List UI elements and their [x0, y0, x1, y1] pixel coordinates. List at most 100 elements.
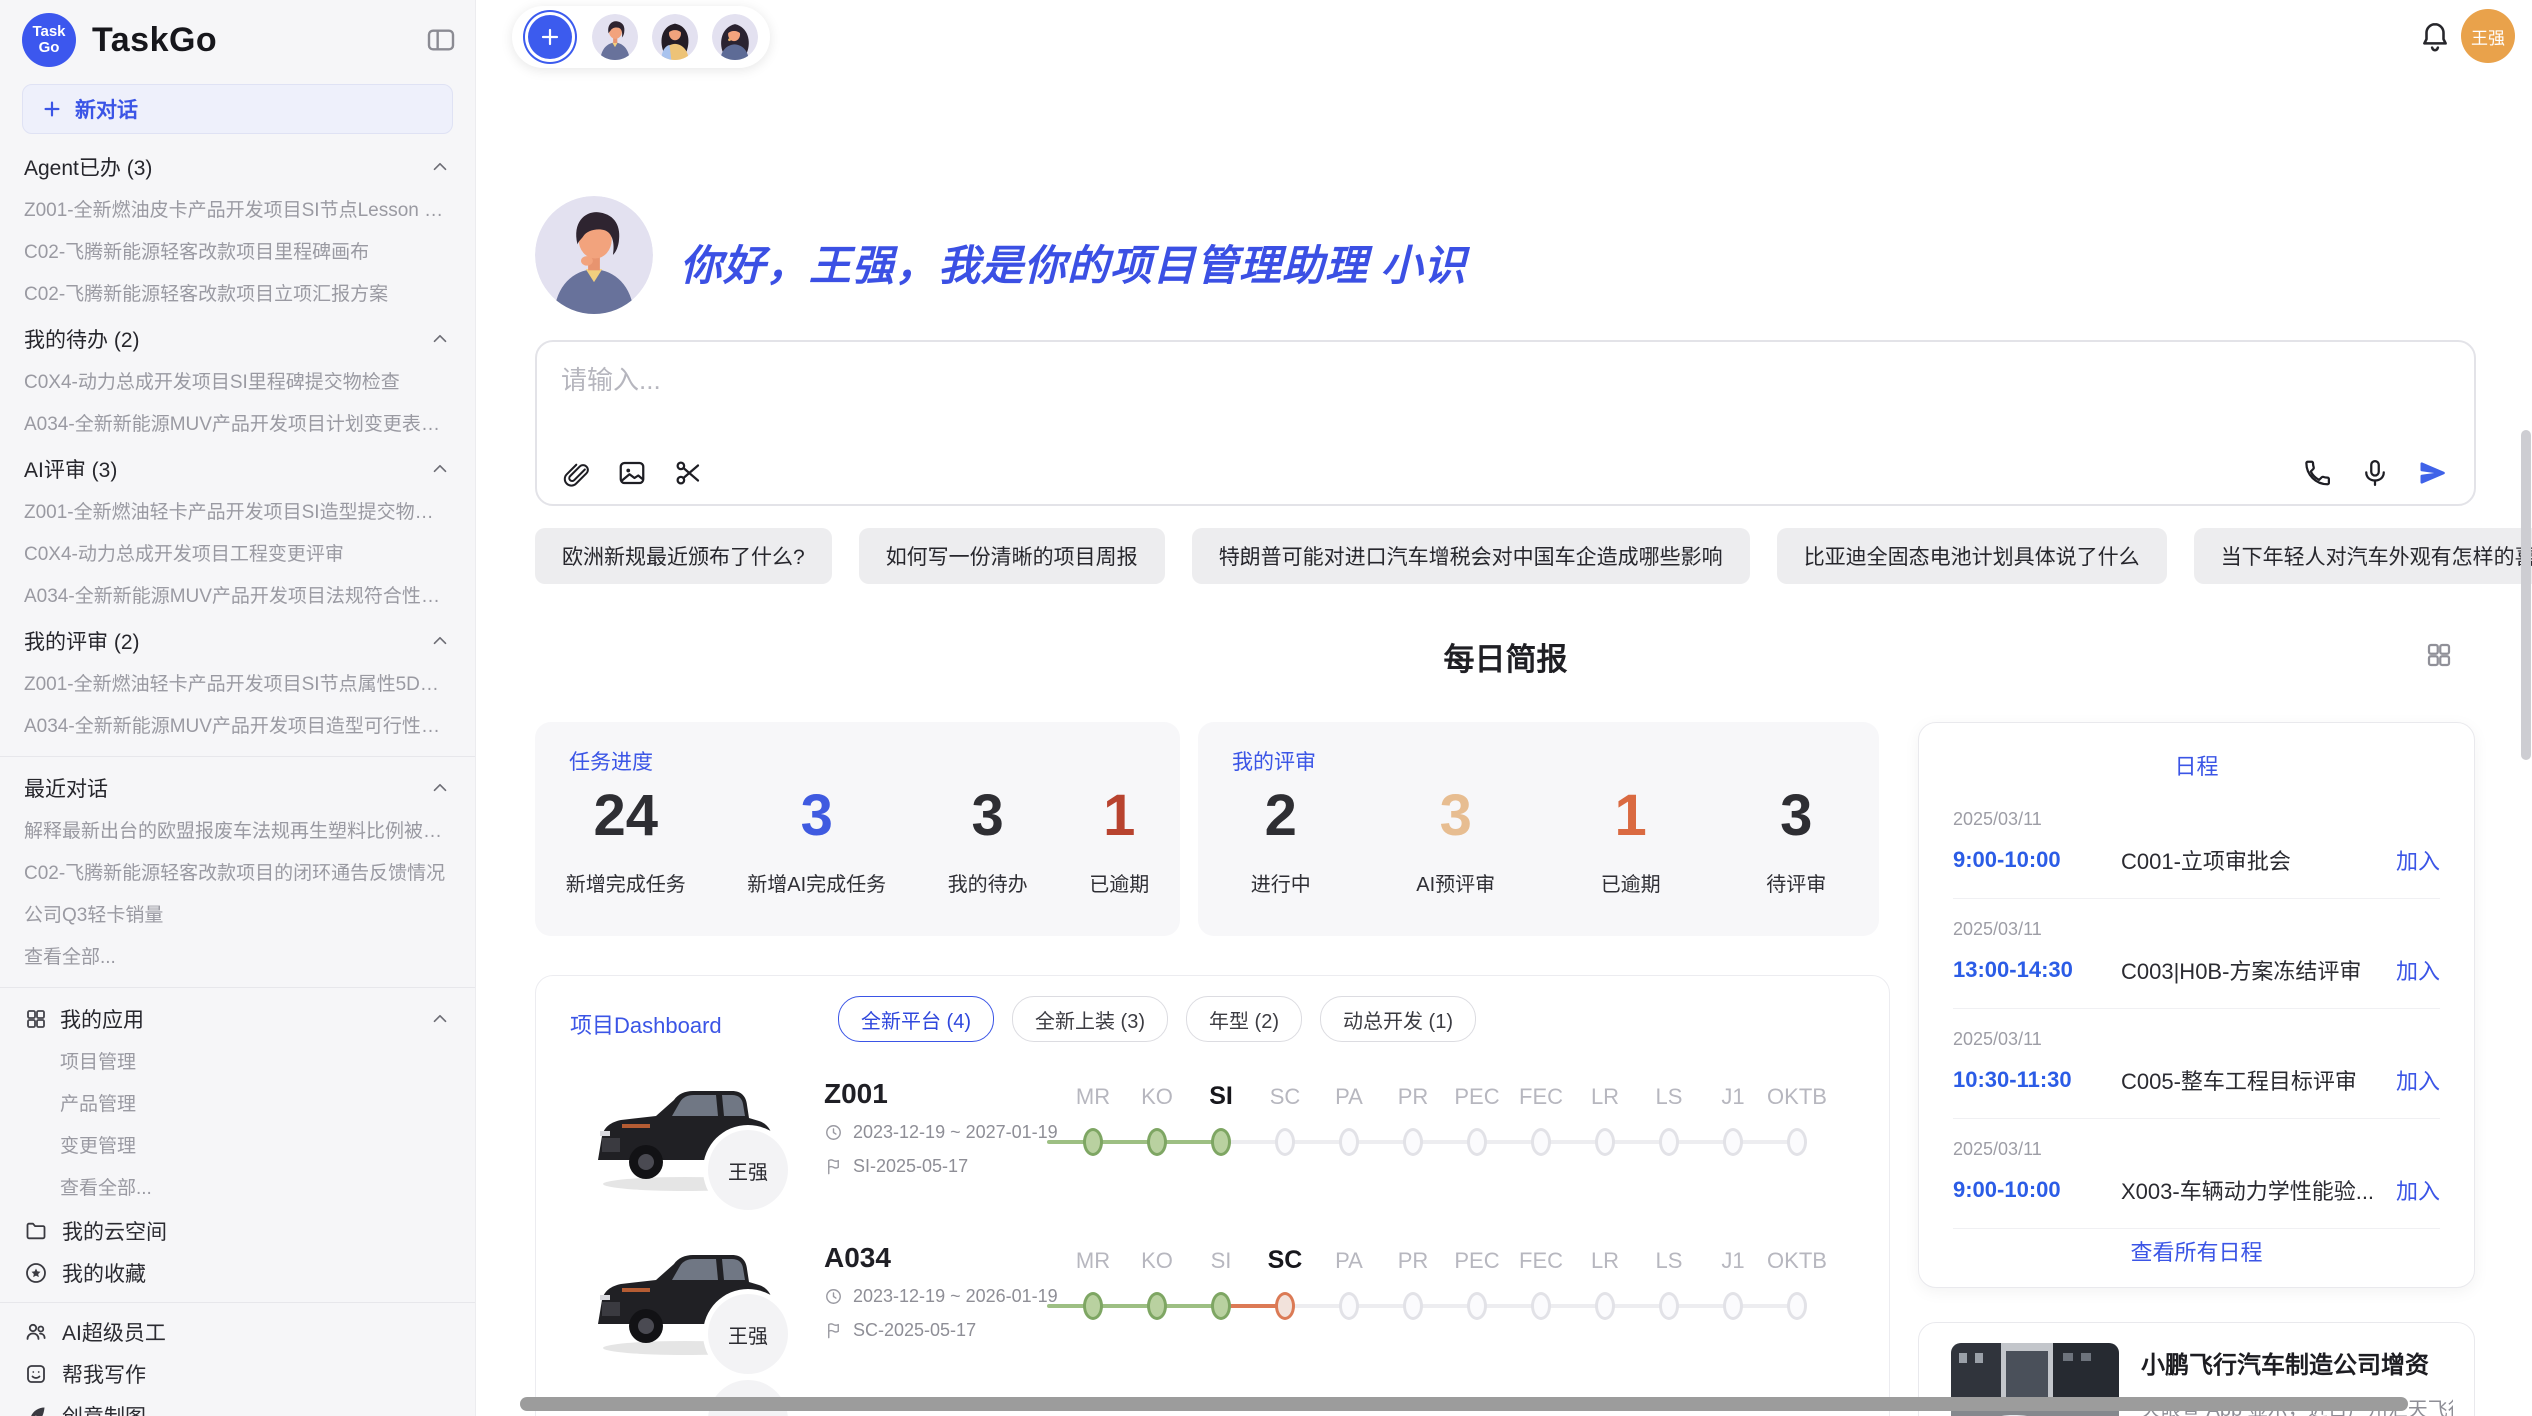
suggestion-chip[interactable]: 特朗普可能对进口汽车增税会对中国车企造成哪些影响 — [1192, 528, 1750, 584]
sidebar-item[interactable]: C02-飞腾新能源轻客改款项目立项汇报方案 — [0, 274, 475, 316]
sidebar-item-cloud-space[interactable]: 我的云空间 — [0, 1210, 475, 1252]
sidebar-item[interactable]: C02-飞腾新能源轻客改款项目里程碑画布 — [0, 232, 475, 274]
sidebar-collapse-icon[interactable] — [425, 24, 457, 56]
sidebar-item-ai-super-staff[interactable]: AI超级员工 — [0, 1311, 475, 1353]
project-flag: SC-2025-05-17 — [824, 1320, 976, 1341]
project-row-a034[interactable]: 王强 A034 2023-12-19 ~ 2026-01-19 SC-2025-… — [536, 1236, 1889, 1401]
sidebar-section-header[interactable]: AI评审 (3) — [0, 446, 475, 492]
stat-value: 1 — [1615, 786, 1647, 846]
avatar-session-1[interactable] — [592, 14, 638, 60]
send-icon[interactable] — [2418, 458, 2448, 488]
sidebar-section-header[interactable]: 最近对话 — [0, 765, 475, 811]
sidebar-item[interactable]: A034-全新新能源MUV产品开发项目造型可行性评审 — [0, 706, 475, 748]
ai-super-staff-label: AI超级员工 — [62, 1317, 166, 1347]
phone-icon[interactable] — [2302, 458, 2332, 488]
image-icon[interactable] — [617, 458, 647, 488]
schedule-time: 9:00-10:00 — [1953, 1177, 2121, 1203]
sidebar-item[interactable]: Z001-全新燃油轻卡产品开发项目SI造型提交物评审 — [0, 492, 475, 534]
milestone-node — [1531, 1128, 1551, 1156]
sidebar-item[interactable]: C02-飞腾新能源轻客改款项目的闭环通告反馈情况 — [0, 853, 475, 895]
stat-value: 3 — [1780, 786, 1812, 846]
sidebar-section-header[interactable]: Agent已办 (3) — [0, 144, 475, 190]
schedule-time: 13:00-14:30 — [1953, 957, 2121, 983]
sidebar-item-help-write[interactable]: 帮我写作 — [0, 1353, 475, 1395]
dashboard-tab[interactable]: 全新平台 (4) — [838, 996, 994, 1042]
schedule-time: 10:30-11:30 — [1953, 1067, 2121, 1093]
vertical-scrollbar[interactable] — [2521, 430, 2531, 760]
sidebar-item-creative-drawing[interactable]: 创意制图 — [0, 1395, 475, 1416]
stat-value: 2 — [1265, 786, 1297, 846]
layout-grid-icon[interactable] — [2424, 640, 2454, 670]
help-write-label: 帮我写作 — [62, 1359, 146, 1389]
sidebar-item[interactable]: C0X4-动力总成开发项目工程变更评审 — [0, 534, 475, 576]
chevron-up-icon[interactable] — [429, 777, 451, 799]
milestone-label: LS — [1637, 1084, 1701, 1110]
quill-icon — [24, 1404, 48, 1416]
stat-item: 1已逾期 — [1089, 786, 1149, 897]
chevron-up-icon[interactable] — [429, 630, 451, 652]
dashboard-tab[interactable]: 年型 (2) — [1186, 996, 1302, 1042]
chevron-up-icon[interactable] — [429, 458, 451, 480]
sidebar-section: 最近对话解释最新出台的欧盟报废车法规再生塑料比例被调至15%...C02-飞腾新… — [0, 765, 475, 979]
milestone-node — [1531, 1292, 1551, 1320]
chevron-up-icon[interactable] — [429, 328, 451, 350]
milestone-node — [1083, 1292, 1103, 1320]
composer-left-tools — [561, 458, 703, 488]
milestone-node — [1403, 1128, 1423, 1156]
sidebar-section-header[interactable]: 我的评审 (2) — [0, 618, 475, 664]
milestone-label: PR — [1381, 1248, 1445, 1274]
project-owner-badge: 王强 — [708, 1294, 788, 1374]
add-session-button[interactable] — [528, 15, 572, 59]
sidebar-section-header[interactable]: 我的待办 (2) — [0, 316, 475, 362]
sidebar-item-favorites[interactable]: 我的收藏 — [0, 1252, 475, 1294]
sidebar-item[interactable]: 查看全部... — [0, 937, 475, 979]
avatar-session-2[interactable] — [652, 14, 698, 60]
chevron-up-icon[interactable] — [429, 156, 451, 178]
user-initials: 王强 — [2471, 24, 2505, 49]
stat-label: 已逾期 — [1089, 868, 1149, 897]
message-input[interactable] — [559, 358, 2263, 434]
join-link[interactable]: 加入 — [2396, 844, 2440, 876]
join-link[interactable]: 加入 — [2396, 954, 2440, 986]
sidebar-item[interactable]: 变更管理 — [0, 1126, 475, 1168]
milestone-node — [1787, 1128, 1807, 1156]
message-composer — [535, 340, 2476, 506]
microphone-icon[interactable] — [2360, 458, 2390, 488]
dashboard-tab[interactable]: 动总开发 (1) — [1320, 996, 1476, 1042]
suggestion-chip[interactable]: 比亚迪全固态电池计划具体说了什么 — [1777, 528, 2167, 584]
join-link[interactable]: 加入 — [2396, 1064, 2440, 1096]
milestone-nodes — [1061, 1288, 1829, 1332]
sidebar-item[interactable]: 项目管理 — [0, 1042, 475, 1084]
sidebar-item[interactable]: 产品管理 — [0, 1084, 475, 1126]
chevron-up-icon[interactable] — [429, 1008, 451, 1030]
sidebar-item[interactable]: 公司Q3轻卡销量 — [0, 895, 475, 937]
new-chat-button[interactable]: 新对话 — [22, 84, 453, 134]
avatar-session-3[interactable] — [712, 14, 758, 60]
sidebar-item[interactable]: C0X4-动力总成开发项目SI里程碑提交物检查 — [0, 362, 475, 404]
schedule-item: 2025/03/1113:00-14:30C003|H0B-方案冻结评审加入 — [1953, 899, 2440, 1009]
sidebar-item[interactable]: 查看全部... — [0, 1168, 475, 1210]
sidebar-section-header[interactable]: 我的应用 — [0, 996, 475, 1042]
attachment-icon[interactable] — [561, 458, 591, 488]
view-all-schedule-link[interactable]: 查看所有日程 — [1919, 1235, 2474, 1267]
sidebar-item[interactable]: Z001-全新燃油皮卡产品开发项目SI节点Lesson Learn报告 — [0, 190, 475, 232]
sidebar-item[interactable]: A034-全新新能源MUV产品开发项目法规符合性评审 — [0, 576, 475, 618]
scissors-icon[interactable] — [673, 458, 703, 488]
suggestion-chip[interactable]: 欧洲新规最近颁布了什么? — [535, 528, 832, 584]
join-link[interactable]: 加入 — [2396, 1174, 2440, 1206]
project-dates: 2023-12-19 ~ 2027-01-19 — [824, 1122, 1058, 1143]
suggestion-chip[interactable]: 当下年轻人对汽车外观有怎样的喜好趋势 — [2194, 528, 2532, 584]
sidebar-section-label: Agent已办 (3) — [24, 152, 417, 182]
suggestion-chip[interactable]: 如何写一份清晰的项目周报 — [859, 528, 1165, 584]
user-avatar[interactable]: 王强 — [2461, 9, 2515, 63]
sidebar-item[interactable]: 解释最新出台的欧盟报废车法规再生塑料比例被调至15%... — [0, 811, 475, 853]
milestone-node — [1339, 1292, 1359, 1320]
sidebar-item[interactable]: Z001-全新燃油轻卡产品开发项目SI节点属性5D文件评审 — [0, 664, 475, 706]
dashboard-tab[interactable]: 全新上装 (3) — [1012, 996, 1168, 1042]
schedule-card: 日程 2025/03/119:00-10:00C001-立项审批会加入2025/… — [1918, 722, 2475, 1288]
project-row-z001[interactable]: 王强 Z001 2023-12-19 ~ 2027-01-19 SI-2025-… — [536, 1072, 1889, 1237]
stat-label: 进行中 — [1251, 868, 1311, 897]
sidebar-item[interactable]: A034-全新新能源MUV产品开发项目计划变更表编写 — [0, 404, 475, 446]
horizontal-scrollbar[interactable] — [520, 1397, 2408, 1411]
notification-bell-icon[interactable] — [2418, 20, 2452, 54]
